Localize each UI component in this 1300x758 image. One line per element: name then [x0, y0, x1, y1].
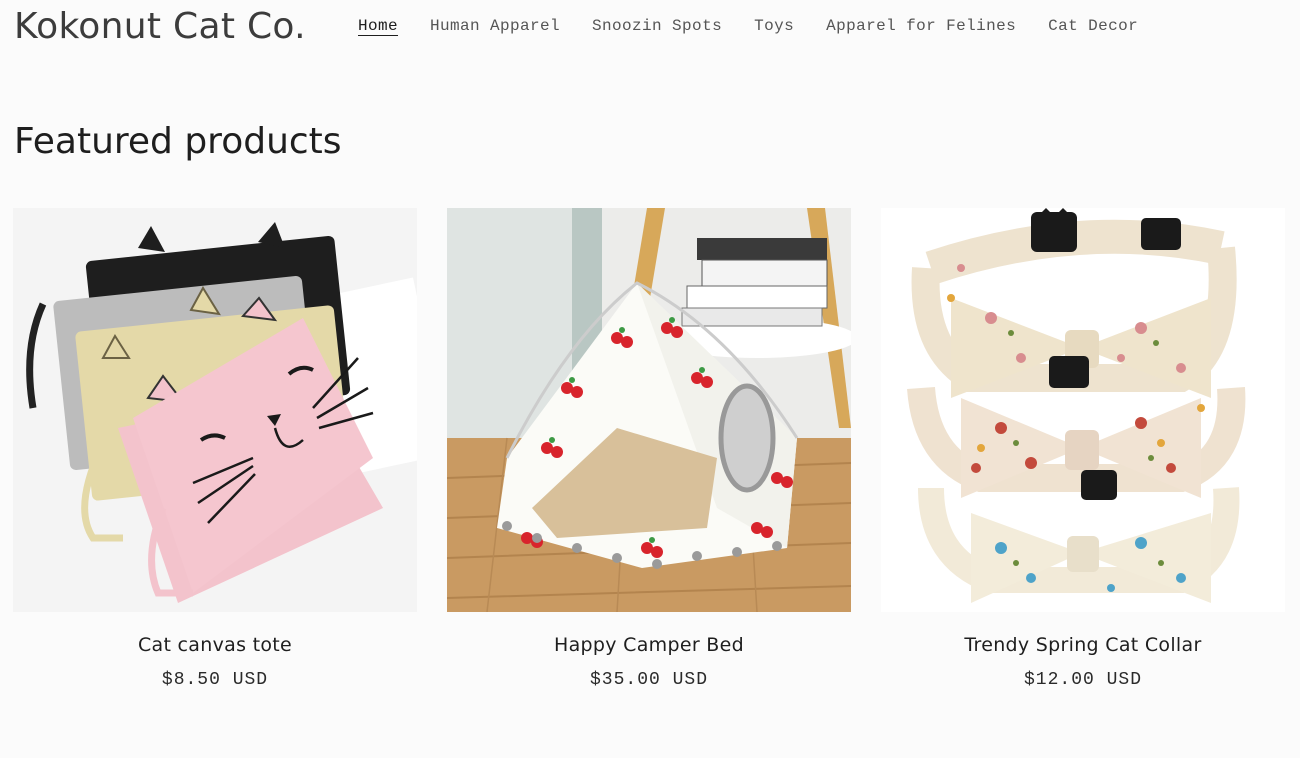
nav-item-human-apparel[interactable]: Human Apparel: [430, 17, 560, 35]
product-card-trendy-spring-cat-collar[interactable]: Trendy Spring Cat Collar $12.00 USD: [881, 208, 1285, 690]
nav-item-home[interactable]: Home: [358, 17, 398, 35]
nav-item-cat-decor[interactable]: Cat Decor: [1048, 17, 1138, 35]
product-price: $35.00 USD: [589, 670, 709, 690]
nav-item-snoozin-spots[interactable]: Snoozin Spots: [592, 17, 722, 35]
main-nav: Home Human Apparel Snoozin Spots Toys Ap…: [358, 17, 1170, 35]
product-card-happy-camper-bed[interactable]: Happy Camper Bed $35.00 USD: [447, 208, 851, 690]
product-image-tent-bed[interactable]: [447, 208, 851, 612]
product-title[interactable]: Trendy Spring Cat Collar: [881, 634, 1285, 656]
product-title[interactable]: Happy Camper Bed: [447, 634, 851, 656]
product-image-collars[interactable]: [881, 208, 1285, 612]
nav-item-apparel-for-felines[interactable]: Apparel for Felines: [826, 17, 1016, 35]
nav-item-toys[interactable]: Toys: [754, 17, 794, 35]
site-header: Kokonut Cat Co. Home Human Apparel Snooz…: [0, 0, 1300, 60]
product-grid: Cat canvas tote $8.50 USD Happy Camper B…: [13, 208, 1285, 690]
product-title[interactable]: Cat canvas tote: [13, 634, 417, 656]
product-price: $8.50 USD: [161, 670, 269, 690]
product-card-cat-canvas-tote[interactable]: Cat canvas tote $8.50 USD: [13, 208, 417, 690]
site-logo[interactable]: Kokonut Cat Co.: [14, 6, 306, 47]
featured-products-heading: Featured products: [14, 121, 342, 162]
product-image-tote[interactable]: [13, 208, 417, 612]
product-price: $12.00 USD: [1023, 670, 1143, 690]
